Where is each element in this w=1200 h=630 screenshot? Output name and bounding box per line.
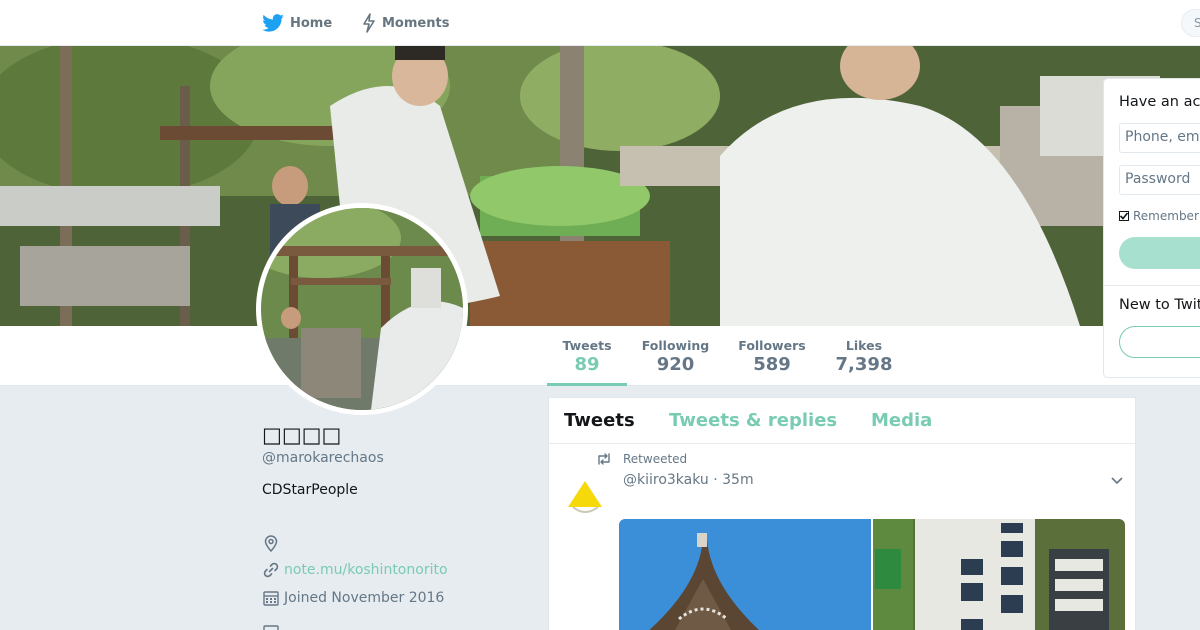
retweet-label: Retweeted [623, 452, 688, 466]
nav-home[interactable]: Home [262, 0, 332, 46]
profile-handle[interactable]: @marokarechaos [262, 450, 384, 466]
stat-followers-value: 589 [753, 354, 791, 375]
stat-tweets-value: 89 [574, 354, 600, 375]
profile-location [262, 534, 284, 554]
top-nav: Home Moments S [0, 0, 1200, 46]
username-input[interactable]: Phone, email or username [1119, 123, 1200, 153]
signup-prompt: New to Twitter? [1119, 297, 1200, 313]
location-pin-icon [264, 535, 278, 553]
photos-icon [263, 625, 279, 630]
remember-me-label: Remember me [1133, 209, 1200, 223]
tab-tweets[interactable]: Tweets [564, 410, 635, 431]
profile-url: note.mu/koshintonorito [262, 560, 448, 580]
calendar-icon [263, 591, 279, 606]
stat-tweets[interactable]: Tweets 89 [547, 326, 627, 386]
tab-tweets-and-replies[interactable]: Tweets & replies [669, 410, 837, 431]
login-button[interactable] [1119, 237, 1200, 269]
profile-joined: Joined November 2016 [262, 588, 444, 608]
profile-banner [0, 46, 1200, 326]
divider [1104, 285, 1200, 286]
chevron-down-icon[interactable] [1110, 476, 1124, 486]
nav-moments[interactable]: Moments [362, 0, 449, 46]
checkbox-icon[interactable] [1119, 211, 1129, 221]
twitter-bird-icon [262, 14, 284, 32]
profile-joined-text: Joined November 2016 [284, 590, 445, 606]
profile-avatar[interactable] [256, 203, 468, 415]
stat-followers-label: Followers [738, 338, 806, 353]
nav-home-label: Home [290, 15, 333, 31]
profile-bio: CDStarPeople [262, 482, 358, 498]
profile-nav: Tweets 89 Following 920 Followers 589 Li… [0, 326, 1200, 386]
stat-tweets-label: Tweets [562, 338, 612, 353]
tab-media[interactable]: Media [871, 410, 932, 431]
profile-name: □□□□ [262, 423, 342, 447]
stat-following-label: Following [641, 338, 710, 353]
stat-followers[interactable]: Followers 589 [734, 326, 810, 386]
signup-button[interactable] [1119, 326, 1200, 358]
link-icon [263, 562, 279, 578]
stat-following[interactable]: Following 920 [638, 326, 713, 386]
timeline-tabs: Tweets Tweets & replies Media [549, 398, 1135, 444]
tweet-photo-temple[interactable] [619, 519, 871, 630]
stat-following-value: 920 [656, 354, 695, 375]
tweet-author-handle[interactable]: @kiiro3kaku · 35m [623, 472, 754, 488]
search-input[interactable]: S [1181, 9, 1200, 37]
stat-likes-value: 7,398 [835, 354, 893, 375]
profile-photos-row [262, 622, 284, 630]
stat-likes-label: Likes [845, 338, 883, 353]
tweet-item[interactable]: Retweeted @kiiro3kaku · 35m [549, 444, 1135, 630]
tweet-media[interactable] [619, 519, 1125, 630]
profile-url-link[interactable]: note.mu/koshintonorito [284, 562, 448, 578]
password-input[interactable]: Password [1119, 165, 1200, 195]
login-title: Have an account? [1119, 94, 1200, 110]
tweet-author-avatar[interactable] [565, 477, 605, 517]
remember-me-checkbox[interactable]: Remember me [1119, 209, 1200, 223]
retweet-icon [598, 453, 610, 465]
lightning-icon [363, 13, 375, 33]
tweet-photo-signboard[interactable] [873, 519, 1125, 630]
nav-moments-label: Moments [382, 15, 450, 31]
login-panel: Have an account? Phone, email or usernam… [1103, 78, 1200, 378]
stat-likes[interactable]: Likes 7,398 [832, 326, 896, 386]
timeline: Tweets Tweets & replies Media Retweeted … [548, 397, 1136, 630]
